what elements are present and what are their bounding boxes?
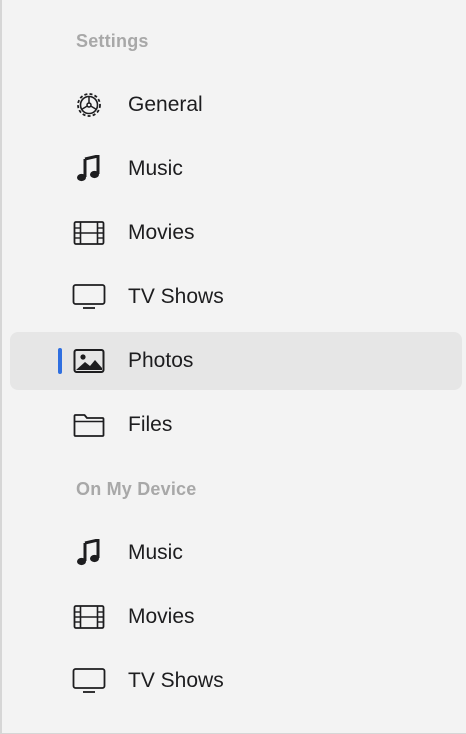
sidebar-item-movies[interactable]: Movies	[10, 204, 462, 262]
section-header-settings: Settings	[76, 31, 149, 51]
sidebar-item-label: General	[128, 93, 203, 116]
sidebar: Settings General Music Movies TV Shows P…	[0, 0, 466, 734]
sidebar-item-label: Movies	[128, 221, 195, 244]
sidebar-item-files[interactable]: Files	[10, 396, 462, 454]
sidebar-item-tv-shows[interactable]: TV Shows	[10, 268, 462, 326]
sidebar-item-general[interactable]: General	[10, 76, 462, 134]
tv-icon	[72, 665, 106, 697]
sidebar-item-music[interactable]: Music	[10, 140, 462, 198]
sidebar-item-label: Music	[128, 541, 183, 564]
sidebar-item-label: TV Shows	[128, 285, 224, 308]
music-note-icon	[72, 153, 106, 185]
sidebar-item-label: Photos	[128, 349, 194, 372]
sidebar-item-device-music[interactable]: Music	[10, 524, 462, 582]
selection-indicator	[58, 348, 62, 374]
section-header-on-my-device: On My Device	[76, 479, 197, 499]
music-note-icon	[72, 537, 106, 569]
sidebar-item-label: TV Shows	[128, 669, 224, 692]
sidebar-item-label: Movies	[128, 605, 195, 628]
sidebar-item-label: Music	[128, 157, 183, 180]
sidebar-item-label: Files	[128, 413, 173, 436]
photo-icon	[72, 345, 106, 377]
tv-icon	[72, 281, 106, 313]
film-icon	[72, 601, 106, 633]
sidebar-item-device-movies[interactable]: Movies	[10, 588, 462, 646]
folder-icon	[72, 409, 106, 441]
film-icon	[72, 217, 106, 249]
gear-icon	[72, 89, 106, 121]
sidebar-item-photos[interactable]: Photos	[10, 332, 462, 390]
sidebar-item-device-tv-shows[interactable]: TV Shows	[10, 652, 462, 710]
